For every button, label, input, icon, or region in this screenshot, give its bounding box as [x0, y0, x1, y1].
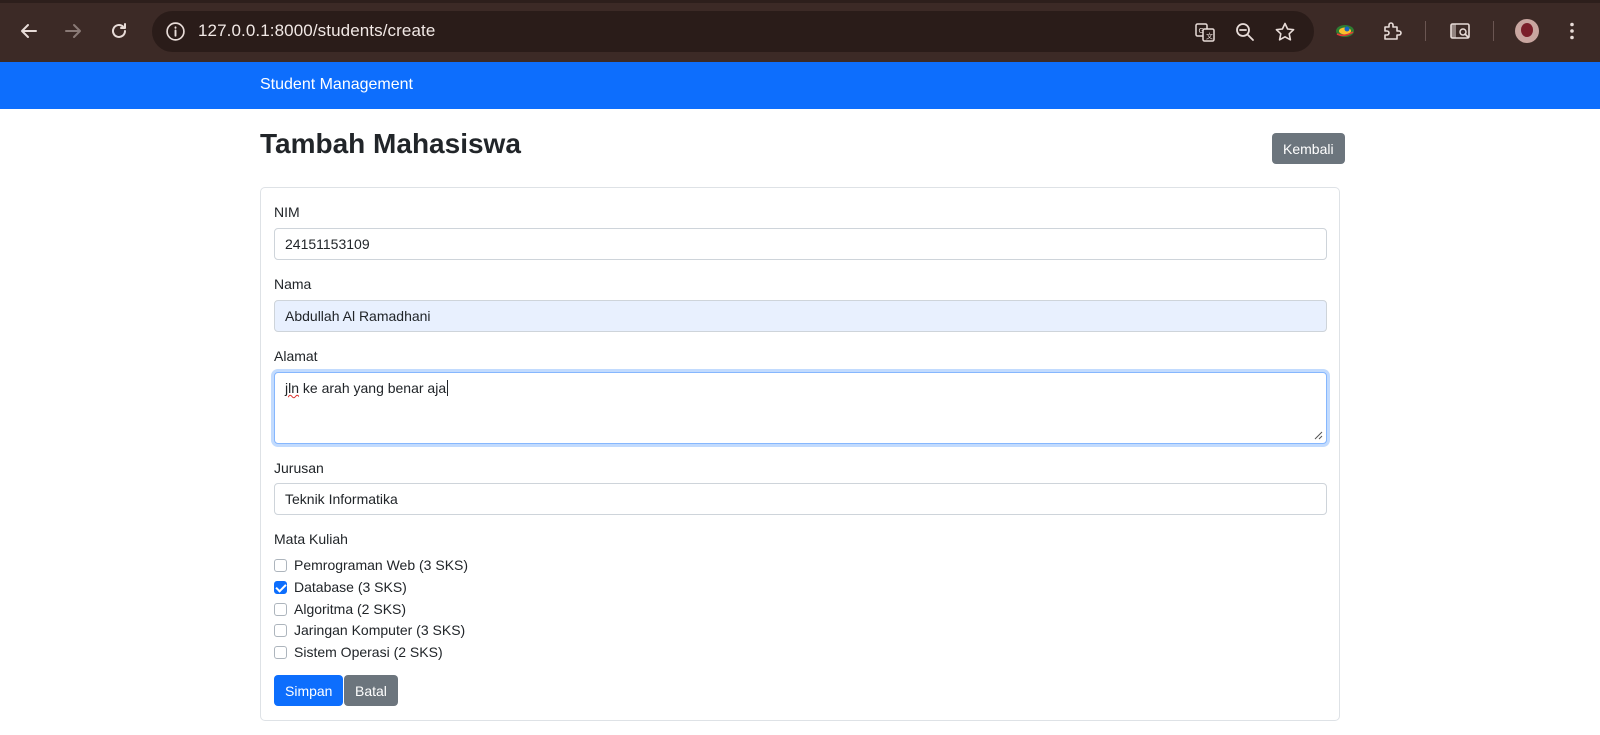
address-bar[interactable]: 127.0.0.1:8000/students/create G文	[152, 11, 1314, 52]
back-button-kembali[interactable]: Kembali	[1272, 133, 1345, 164]
navbar-brand[interactable]: Student Management	[260, 76, 413, 94]
nama-input[interactable]: Abdullah Al Ramadhani	[274, 300, 1327, 332]
alamat-label: Alamat	[274, 348, 318, 364]
checkbox[interactable]	[274, 645, 287, 659]
browser-toolbar: 127.0.0.1:8000/students/create G文	[0, 0, 1600, 62]
checkbox-label[interactable]: Sistem Operasi (2 SKS)	[294, 644, 443, 660]
cancel-button[interactable]: Batal	[344, 675, 398, 706]
checkbox[interactable]	[274, 558, 287, 572]
forward-arrow-icon	[65, 24, 81, 38]
checkbox-item[interactable]: Sistem Operasi (2 SKS)	[274, 643, 443, 661]
checkbox-label[interactable]: Jaringan Komputer (3 SKS)	[294, 622, 465, 638]
cast-search-icon[interactable]	[1449, 20, 1471, 42]
checkbox-label[interactable]: Pemrograman Web (3 SKS)	[294, 557, 468, 573]
alamat-text: ke arah yang benar aja	[299, 380, 447, 396]
checkbox-item[interactable]: Database (3 SKS)	[274, 578, 407, 596]
nim-input[interactable]: 24151153109	[274, 228, 1327, 260]
back-button[interactable]	[14, 16, 44, 46]
svg-text:G: G	[1199, 27, 1204, 35]
puzzle-icon[interactable]	[1381, 20, 1403, 42]
avatar[interactable]	[1515, 19, 1539, 43]
checkbox-item[interactable]: Pemrograman Web (3 SKS)	[274, 556, 468, 574]
nama-label: Nama	[274, 276, 312, 292]
resize-handle-icon[interactable]	[1314, 431, 1323, 440]
toolbar-separator	[1493, 21, 1494, 41]
save-button[interactable]: Simpan	[274, 675, 344, 706]
checkbox-item[interactable]: Jaringan Komputer (3 SKS)	[274, 621, 465, 639]
text-caret	[447, 380, 449, 396]
page-title: Tambah Mahasiswa	[260, 128, 521, 159]
checkbox[interactable]	[274, 580, 287, 594]
info-icon[interactable]	[165, 21, 186, 42]
checkbox-item[interactable]: Algoritma (2 SKS)	[274, 600, 406, 618]
kebab-menu-icon[interactable]	[1561, 20, 1583, 42]
checkbox-label[interactable]: Algoritma (2 SKS)	[294, 601, 406, 617]
extension-colorful-icon[interactable]	[1334, 20, 1356, 42]
mata-kuliah-label: Mata Kuliah	[274, 531, 348, 547]
alamat-textarea[interactable]: jln ke arah yang benar aja	[274, 372, 1327, 444]
checkbox[interactable]	[274, 623, 287, 637]
jurusan-input[interactable]: Teknik Informatika	[274, 483, 1327, 515]
toolbar-separator	[1425, 21, 1426, 41]
tab-strip-edge	[0, 0, 1600, 3]
nim-label: NIM	[274, 204, 300, 220]
app-navbar: Student Management	[0, 62, 1600, 109]
form-card	[260, 187, 1340, 721]
checkbox-label[interactable]: Database (3 SKS)	[294, 579, 407, 595]
reload-button[interactable]	[104, 16, 134, 46]
svg-text:文: 文	[1206, 32, 1213, 41]
alamat-misspelled-word: jln	[285, 380, 300, 396]
star-icon[interactable]	[1274, 21, 1296, 43]
forward-button[interactable]	[58, 16, 88, 46]
checkbox[interactable]	[274, 602, 287, 616]
reload-icon	[112, 23, 126, 38]
back-arrow-icon	[21, 24, 37, 38]
translate-icon[interactable]: G文	[1194, 21, 1216, 43]
url-text[interactable]: 127.0.0.1:8000/students/create	[198, 21, 435, 41]
zoom-out-icon[interactable]	[1234, 21, 1256, 43]
jurusan-label: Jurusan	[274, 460, 324, 476]
